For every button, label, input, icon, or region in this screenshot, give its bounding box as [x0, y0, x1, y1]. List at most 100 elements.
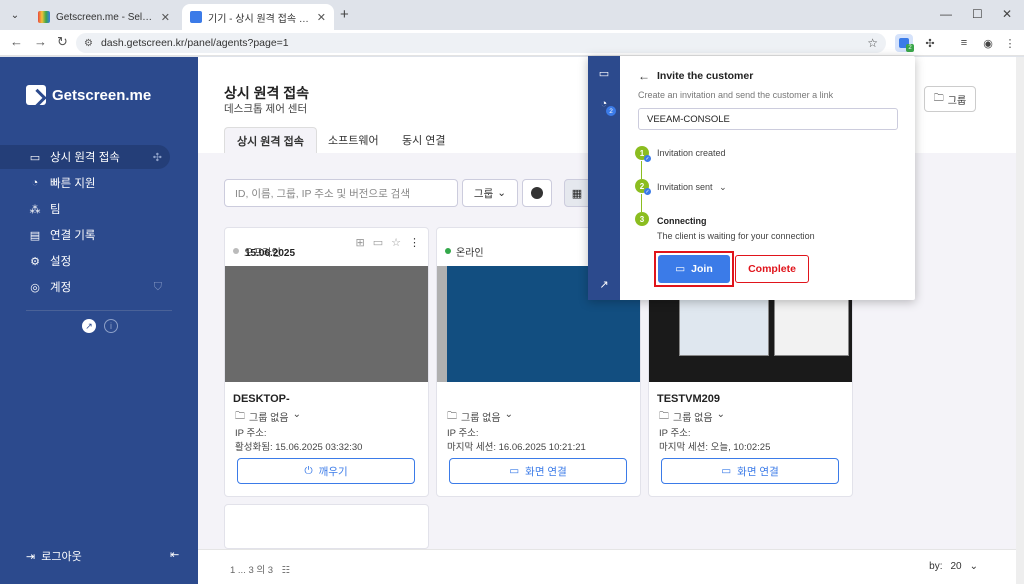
window-close-icon[interactable]: ✕ — [1002, 7, 1012, 21]
sidebar-divider — [26, 310, 172, 311]
complete-button[interactable]: Complete — [735, 255, 809, 283]
getscreen-app-icon[interactable]: ↗ — [82, 319, 96, 333]
star-icon[interactable]: ☆ — [391, 236, 401, 249]
pagination[interactable]: 1 ... 3 의 3 ☷ — [230, 562, 290, 576]
chevron-down-icon: ⌄ — [504, 409, 513, 420]
tab-remote-access[interactable]: 상시 원격 접속 — [224, 127, 317, 153]
step-2-label[interactable]: Invitation sent ⌄ — [657, 182, 727, 193]
chevron-down-icon: ⌄ — [969, 561, 978, 572]
group-label: 그룹 없음 — [673, 413, 713, 424]
device-card[interactable]: 오프라인 15.06.2025 ⊞ ▭ ☆ ⋮ DESKTOP- 🗀 그룹 없음 ⌄… — [224, 227, 429, 497]
sidebar-item-label: 계정 — [50, 282, 72, 294]
extensions-puzzle-icon[interactable]: ✣ — [922, 35, 938, 51]
screen-icon: ▭ — [509, 465, 520, 477]
open-external-icon[interactable]: ↗ — [596, 276, 612, 292]
group-dropdown[interactable]: 그룹 ⌄ — [462, 179, 518, 207]
profile-icon[interactable]: ◉ — [980, 35, 996, 51]
screen-icon[interactable]: ▭ — [373, 236, 383, 249]
logout-icon: ⇥ — [26, 550, 36, 563]
screen-icon: ▭ — [721, 465, 732, 477]
logout-button[interactable]: ⇥ 로그아웃 — [26, 548, 82, 564]
sidebar-item-settings[interactable]: ⚙ 설정 — [0, 249, 170, 273]
browser-tab-bar: ⌄ Getscreen.me - Self-Hosted - G ✕ 기기 - … — [0, 0, 1024, 30]
group-button-label: 그룹 — [947, 95, 967, 107]
last-session: 마지막 세션: 오늘, 10:02:25 — [659, 442, 771, 453]
sidebar-item-team[interactable]: ⁂ 팀 — [0, 197, 170, 221]
info-icon[interactable]: i — [104, 319, 118, 333]
join-button[interactable]: ▭ Join — [658, 255, 730, 283]
address-bar[interactable]: ⚙ dash.getscreen.kr/panel/agents?page=1 … — [76, 33, 886, 53]
account-icon: ◎ — [30, 281, 40, 294]
group-button[interactable]: 🗀 그룹 — [924, 86, 976, 112]
sidebar-item-label: 상시 원격 접속 — [50, 152, 120, 164]
back-arrow-icon[interactable]: ← — [10, 34, 23, 49]
connect-screen-button[interactable]: ▭ 화면 연결 — [661, 458, 839, 484]
folder-add-icon: 🗀 — [933, 92, 944, 104]
step-1-label: Invitation created — [657, 148, 726, 158]
reload-icon[interactable]: ↻ — [57, 34, 68, 50]
sidebar-item-label: 팀 — [50, 204, 61, 216]
sidebar-item-quick-support[interactable]: ◔ 빠른 지원 — [0, 171, 170, 195]
status-filter-button[interactable] — [522, 179, 552, 207]
filter-settings-icon[interactable]: ☷ — [282, 565, 291, 576]
sidebar-item-label: 연결 기록 — [50, 230, 96, 242]
collapse-sidebar-icon[interactable]: ⇤ — [170, 548, 179, 561]
per-page-value: 20 — [950, 561, 962, 572]
offline-dot-icon — [233, 248, 239, 254]
device-group[interactable]: 🗀 그룹 없음 ⌄ — [235, 409, 301, 426]
maximize-icon[interactable]: ☐ — [972, 7, 983, 21]
count-badge: 2 — [606, 106, 616, 116]
connect-screen-button[interactable]: ▭ 화면 연결 — [449, 458, 627, 484]
device-group[interactable]: 🗀 그룹 없음 ⌄ — [659, 409, 725, 426]
sidebar-item-history[interactable]: ▤ 연결 기록 — [0, 223, 170, 247]
status-dot-icon — [531, 187, 543, 199]
logo-mark-icon — [26, 85, 46, 105]
shield-icon: ⛉ — [153, 280, 162, 293]
chevron-down-icon: ⌄ — [292, 409, 301, 420]
getscreen-extension-icon[interactable]: 2 — [895, 34, 914, 52]
browser-tab-getscreen-selfhosted[interactable]: Getscreen.me - Self-Hosted - G ✕ — [30, 4, 178, 30]
page-scrollbar[interactable] — [1016, 57, 1024, 584]
screen-preview[interactable] — [225, 266, 428, 382]
forward-arrow-icon[interactable]: → — [34, 34, 47, 49]
bookmark-star-icon[interactable]: ☆ — [867, 36, 878, 50]
search-input[interactable]: ID, 이름, 그룹, IP 주소 및 버전으로 검색 — [224, 179, 458, 207]
getscreen-logo[interactable]: Getscreen.me — [26, 85, 151, 105]
media-control-icon[interactable]: ≡ — [956, 35, 972, 51]
browser-tab-agents[interactable]: 기기 - 상시 원격 접속 - Getscre ✕ — [182, 4, 334, 30]
sidebar-item-account[interactable]: ◎ 계정 ⛉ — [0, 275, 170, 299]
per-page-select[interactable]: by: 20 ⌄ — [929, 561, 978, 572]
site-settings-icon[interactable]: ⚙ — [84, 38, 93, 49]
chevron-down-icon: ⌄ — [716, 409, 725, 420]
invitation-name-input[interactable]: VEEAM-CONSOLE — [638, 108, 898, 130]
devices-icon[interactable]: ▭ — [596, 65, 612, 81]
grid-view-icon[interactable]: ▦ — [564, 179, 590, 207]
device-name: TESTVM209 — [657, 393, 720, 405]
more-icon[interactable]: ⋮ — [409, 236, 420, 249]
tab-software[interactable]: 소프트웨어 — [316, 127, 391, 153]
close-icon[interactable]: ✕ — [317, 11, 326, 24]
sidebar-item-remote-access[interactable]: ▭ 상시 원격 접속 ✣ — [0, 145, 170, 169]
new-tab-button[interactable]: + — [340, 6, 349, 23]
tab-search-icon[interactable]: ⌄ — [6, 6, 24, 24]
app-sidebar: Getscreen.me ▭ 상시 원격 접속 ✣ ◔ 빠른 지원 ⁂ 팀 ▤ … — [0, 57, 198, 584]
back-arrow-icon[interactable]: ← — [638, 69, 650, 83]
step-2-text: Invitation sent — [657, 182, 713, 192]
popup-description: Create an invitation and send the custom… — [638, 90, 834, 100]
ip-address: IP 주소: — [659, 425, 691, 439]
device-card-placeholder — [224, 504, 429, 549]
device-group[interactable]: 🗀 그룹 없음 ⌄ — [447, 409, 513, 426]
tab-concurrent[interactable]: 동시 연결 — [390, 127, 458, 153]
minimize-icon[interactable]: — — [940, 7, 952, 21]
tab-title: 기기 - 상시 원격 접속 - Getscre — [208, 13, 311, 25]
browser-menu-icon[interactable]: ⋮ — [1002, 35, 1018, 51]
join-button-label: Join — [691, 263, 713, 275]
folder-icon: 🗀 — [659, 411, 669, 422]
gear-icon: ⚙ — [30, 255, 40, 268]
close-icon[interactable]: ✕ — [161, 11, 170, 24]
group-label: 그룹 없음 — [249, 413, 289, 424]
per-page-label: by: — [929, 561, 943, 572]
wake-button[interactable]: ⏻ 깨우기 — [237, 458, 415, 484]
step-3-description: The client is waiting for your connectio… — [657, 231, 815, 241]
ip-address: IP 주소: — [447, 425, 479, 439]
